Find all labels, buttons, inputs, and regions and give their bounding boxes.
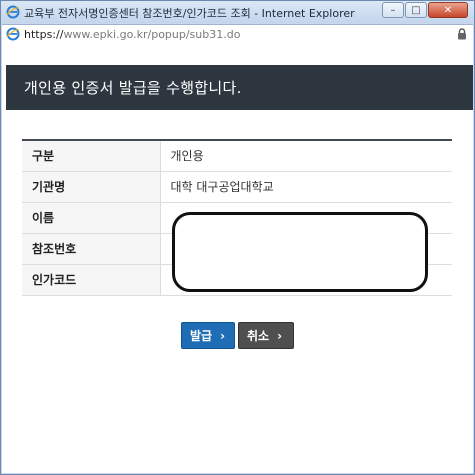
page-content: 개인용 인증서 발급을 수행합니다. 구분 개인용 기관명 대학 대구공업대학교… [2, 44, 473, 473]
chevron-right-icon: › [277, 328, 283, 343]
table-row: 구분 개인용 [22, 140, 452, 172]
row-label-reference-number: 참조번호 [22, 233, 161, 265]
issue-button[interactable]: 발급 › [181, 322, 235, 349]
row-label-authorization-code: 인가코드 [22, 264, 161, 296]
window-title: 교육부 전자서명인증센터 참조번호/인가코드 조회 - Internet Exp… [24, 7, 355, 20]
url-path: /popup/sub31.do [147, 28, 241, 41]
row-value-category: 개인용 [160, 140, 452, 172]
row-label-institution: 기관명 [22, 171, 161, 203]
row-label-category: 구분 [22, 140, 161, 172]
url-host: www.epki.go.kr [63, 28, 148, 41]
url-text: https://www.epki.go.kr/popup/sub31.do [24, 28, 240, 41]
table-row: 기관명 대학 대구공업대학교 [22, 171, 452, 203]
row-label-name: 이름 [22, 202, 161, 234]
issue-button-label: 발급 [190, 329, 213, 343]
browser-window: 교육부 전자서명인증센터 참조번호/인가코드 조회 - Internet Exp… [0, 0, 475, 475]
url-scheme: https:// [24, 28, 64, 41]
lock-icon [458, 28, 466, 40]
cancel-button[interactable]: 취소 › [238, 322, 294, 349]
page-header: 개인용 인증서 발급을 수행합니다. [6, 65, 473, 110]
close-button[interactable]: ✕ [428, 2, 468, 18]
window-controls: – □ ✕ [382, 2, 468, 18]
ie-page-icon [6, 27, 20, 41]
address-bar[interactable]: https://www.epki.go.kr/popup/sub31.do [2, 24, 473, 45]
minimize-button[interactable]: – [382, 2, 404, 18]
maximize-button[interactable]: □ [405, 2, 427, 18]
row-value-institution: 대학 대구공업대학교 [160, 171, 452, 203]
redaction-box [172, 212, 428, 292]
internet-explorer-icon [6, 5, 20, 19]
chevron-right-icon: › [220, 328, 226, 343]
cancel-button-label: 취소 [247, 329, 270, 343]
title-bar[interactable]: 교육부 전자서명인증센터 참조번호/인가코드 조회 - Internet Exp… [1, 1, 474, 23]
page-title: 개인용 인증서 발급을 수행합니다. [24, 79, 242, 97]
action-buttons: 발급 › 취소 › [181, 322, 294, 349]
